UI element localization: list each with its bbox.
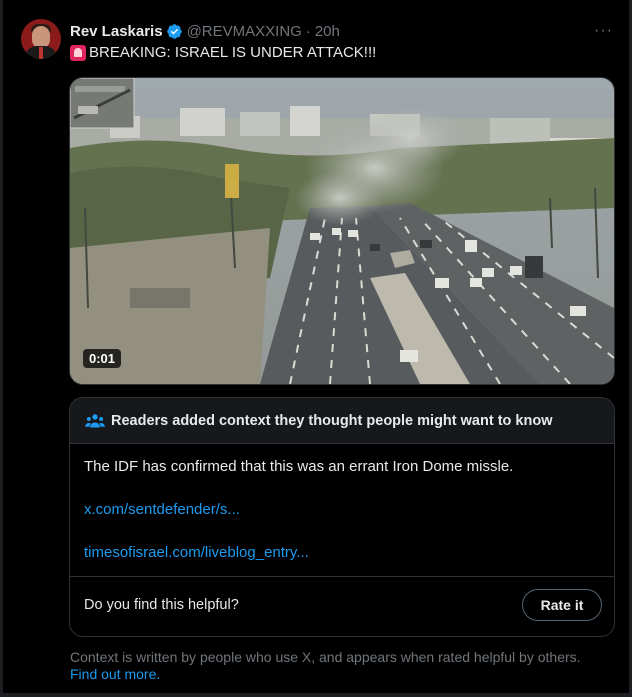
helpful-question: Do you find this helpful? bbox=[84, 597, 239, 613]
left-frame-border bbox=[0, 0, 3, 697]
source-link-2[interactable]: timesofisrael.com/liveblog_entry... bbox=[84, 544, 309, 561]
author-avatar[interactable] bbox=[21, 19, 61, 59]
community-note-header: Readers added context they thought peopl… bbox=[70, 398, 614, 444]
more-options-icon[interactable]: ··· bbox=[594, 22, 613, 40]
author-name[interactable]: Rev Laskaris bbox=[70, 23, 163, 40]
community-note-title: Readers added context they thought peopl… bbox=[111, 412, 553, 429]
verified-badge-icon bbox=[166, 23, 182, 39]
community-note-body: The IDF has confirmed that this was an e… bbox=[84, 458, 514, 475]
note-divider bbox=[70, 576, 614, 577]
video-player[interactable] bbox=[69, 77, 615, 385]
post-time[interactable]: 20h bbox=[315, 23, 340, 40]
tweet-text-body: BREAKING: ISRAEL IS UNDER ATTACK!!! bbox=[89, 44, 377, 61]
tweet-header: Rev Laskaris @REVMAXXING · 20h bbox=[70, 21, 340, 41]
bottom-frame-border bbox=[0, 693, 632, 697]
source-link-1[interactable]: x.com/sentdefender/s... bbox=[84, 501, 240, 518]
community-note: Readers added context they thought peopl… bbox=[69, 397, 615, 637]
context-disclaimer: Context is written by people who use X, … bbox=[70, 649, 581, 665]
rate-it-button[interactable]: Rate it bbox=[522, 589, 602, 621]
rotating-light-icon bbox=[70, 44, 86, 61]
video-frame-image bbox=[70, 78, 614, 384]
video-duration-badge: 0:01 bbox=[83, 349, 122, 368]
find-out-more-link[interactable]: Find out more. bbox=[70, 666, 160, 682]
author-handle[interactable]: @REVMAXXING bbox=[187, 23, 302, 40]
people-icon bbox=[85, 413, 105, 428]
tweet-text: BREAKING: ISRAEL IS UNDER ATTACK!!! bbox=[70, 44, 376, 61]
meta-separator: · bbox=[305, 22, 311, 40]
